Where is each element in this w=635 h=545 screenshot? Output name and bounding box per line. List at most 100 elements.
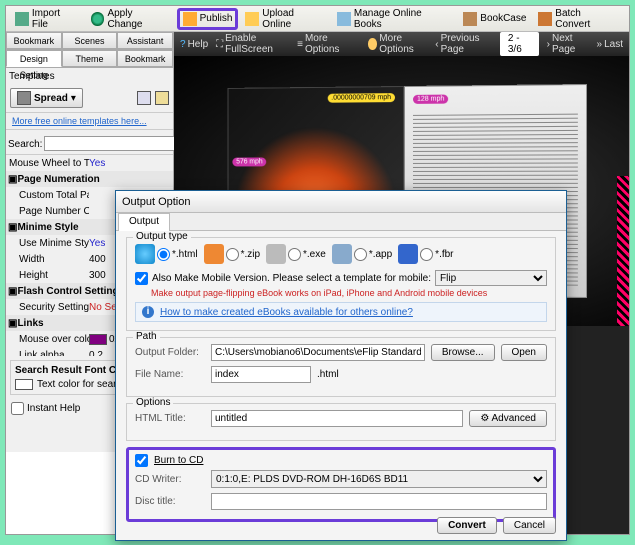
instant-help-checkbox[interactable] <box>11 402 24 415</box>
expand-icon[interactable]: ▣ <box>8 286 17 297</box>
file-ext-label: .html <box>317 369 339 380</box>
dialog-footer: Convert Cancel <box>437 517 556 534</box>
publish-button[interactable]: Publish <box>177 8 239 30</box>
last-page-button[interactable]: »Last <box>597 39 623 50</box>
mouse-over-swatch[interactable] <box>89 334 107 345</box>
sr-swatch[interactable] <box>15 379 33 390</box>
search-input[interactable] <box>44 136 178 151</box>
template-bar: Spread▾ <box>6 84 173 113</box>
tab-design-setting[interactable]: Design Setting <box>6 50 62 67</box>
browse-button[interactable]: Browse... <box>431 344 495 361</box>
search-row: Search: 🔍 <box>6 134 173 155</box>
burn-checkbox[interactable] <box>135 454 148 467</box>
menu-icon: ≡ <box>297 39 303 50</box>
radio-app[interactable] <box>354 248 367 261</box>
output-type-fieldset: Output type *.html *.zip *.exe *.app *.f… <box>126 237 556 331</box>
app-icon <box>332 244 352 264</box>
mobile-note: Make output page-flipping eBook works on… <box>151 288 547 298</box>
manage-books-button[interactable]: Manage Online Books <box>332 6 456 32</box>
fullscreen-button[interactable]: ⛶Enable FullScreen <box>216 33 289 55</box>
convert-button[interactable]: Convert <box>437 517 497 534</box>
info-link[interactable]: How to make created eBooks available for… <box>160 307 413 318</box>
mobile-checkbox[interactable] <box>135 272 148 285</box>
save-template-icon[interactable] <box>137 91 151 105</box>
mobile-template-select[interactable]: Flip <box>435 270 547 286</box>
radio-html[interactable] <box>157 248 170 261</box>
expand-icon[interactable]: ▣ <box>8 318 17 329</box>
info-icon: i <box>142 306 154 318</box>
dialog-title: Output Option <box>116 191 566 213</box>
mobile-row: Also Make Mobile Version. Please select … <box>135 270 547 286</box>
speed-badge-1: .00000000709 mph <box>327 93 395 103</box>
tab-theme[interactable]: Theme <box>62 50 118 67</box>
import-label: Import File <box>32 8 79 30</box>
prev-page-button[interactable]: ‹Previous Page <box>435 33 492 55</box>
import-file-button[interactable]: Import File <box>10 6 84 32</box>
tab-assistant[interactable]: Assistant <box>117 32 173 49</box>
expand-icon[interactable]: ▣ <box>8 174 17 185</box>
width-label: Width <box>9 254 89 265</box>
upload-online-button[interactable]: Upload Online <box>240 6 330 32</box>
help-button[interactable]: ?Help <box>180 39 208 50</box>
cd-writer-select[interactable]: 0:1:0,E: PLDS DVD-ROM DH-16D6S BD11 <box>211 470 547 488</box>
next-page-button[interactable]: ›Next Page <box>547 33 589 55</box>
fullscreen-icon: ⛶ <box>216 39 223 50</box>
html-title-input[interactable] <box>211 410 463 427</box>
mobile-label: Also Make Mobile Version. Please select … <box>152 273 431 284</box>
tab-output[interactable]: Output <box>118 213 170 231</box>
dialog-tabs: Output <box>116 213 566 231</box>
import-icon <box>15 12 29 26</box>
radio-zip[interactable] <box>226 248 239 261</box>
zip-icon <box>204 244 224 264</box>
tab-bookmark-tabs[interactable]: Bookmark Tabs <box>6 32 62 49</box>
preview-toolbar: ?Help ⛶Enable FullScreen ≡More Options M… <box>174 32 629 56</box>
dialog-body: Output type *.html *.zip *.exe *.app *.f… <box>116 231 566 534</box>
apply-icon <box>91 12 105 26</box>
chevron-right-icon: › <box>547 39 550 50</box>
advanced-button[interactable]: Advanced <box>469 410 547 427</box>
custom-total-label: Custom Total Pages <box>9 190 89 201</box>
label-html: *.html <box>172 249 198 260</box>
upload-label: Upload Online <box>262 8 325 30</box>
gear-icon <box>368 38 378 50</box>
spread-dropdown[interactable]: Spread▾ <box>10 88 83 108</box>
output-folder-input[interactable] <box>211 344 425 361</box>
mouse-wheel-value[interactable]: Yes <box>89 158 170 169</box>
disc-title-label: Disc title: <box>135 496 205 507</box>
chevron-left-icon: ‹ <box>435 39 438 50</box>
chevron-down-icon: ▾ <box>71 93 76 104</box>
options-fieldset: Options HTML Title: Advanced <box>126 403 556 441</box>
upload-icon <box>245 12 259 26</box>
speed-badge-2: 128 mph <box>413 95 448 104</box>
radio-fbr[interactable] <box>420 248 433 261</box>
instant-help-label: Instant Help <box>27 403 80 414</box>
last-icon: » <box>597 39 603 50</box>
path-fieldset: Path Output Folder: Browse... Open File … <box>126 337 556 397</box>
decorative-stripes <box>617 176 629 326</box>
output-type-legend: Output type <box>133 231 191 242</box>
bookcase-button[interactable]: BookCase <box>458 10 531 28</box>
more-templates-link[interactable]: More free online templates here... <box>6 113 173 130</box>
mouse-over-label: Mouse over color <box>9 334 89 345</box>
open-button[interactable]: Open <box>501 344 547 361</box>
expand-icon[interactable]: ▣ <box>8 222 17 233</box>
more-options-1[interactable]: ≡More Options <box>297 33 352 55</box>
spread-icon <box>17 91 31 105</box>
file-name-input[interactable] <box>211 366 311 383</box>
tab-bookmark[interactable]: Bookmark <box>117 50 173 67</box>
batch-convert-button[interactable]: Batch Convert <box>533 6 623 32</box>
folder-template-icon[interactable] <box>155 91 169 105</box>
radio-exe[interactable] <box>288 248 301 261</box>
cancel-button[interactable]: Cancel <box>503 517 556 534</box>
flash-control-heading: Flash Control Settings <box>17 286 124 297</box>
disc-title-input[interactable] <box>211 493 547 510</box>
more-options-2[interactable]: More Options <box>368 33 428 55</box>
output-types-row: *.html *.zip *.exe *.app *.fbr <box>135 244 547 264</box>
page-caption-label: Page Number Caption <box>9 206 89 217</box>
apply-change-button[interactable]: Apply Change <box>86 6 175 32</box>
label-fbr: *.fbr <box>435 249 453 260</box>
batch-icon <box>538 12 552 26</box>
links-heading: Links <box>17 318 43 329</box>
tab-scenes[interactable]: Scenes <box>62 32 118 49</box>
page-indicator[interactable]: 2 - 3/6 <box>500 32 539 56</box>
